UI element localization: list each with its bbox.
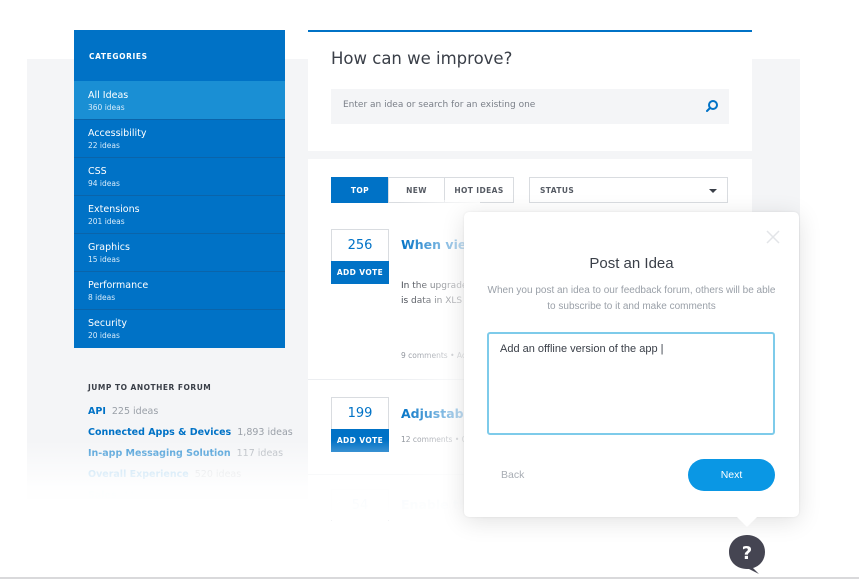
tab-hot-ideas[interactable]: HOT IDEAS — [444, 177, 514, 203]
forum-item: Sales 44 ideas — [88, 485, 288, 506]
close-icon[interactable] — [765, 229, 781, 245]
add-vote-button[interactable]: ADD VOTE — [331, 261, 389, 284]
chevron-down-icon — [709, 189, 717, 193]
forum-count: 520 ideas — [194, 469, 242, 480]
forum-link-api[interactable]: API — [88, 406, 106, 417]
top-accent-line — [308, 30, 752, 32]
vote-count: 54 — [331, 489, 389, 521]
category-name: Graphics — [88, 242, 130, 253]
sort-tabs: TOP NEW HOT IDEAS — [331, 177, 514, 203]
sidebar-item-graphics[interactable]: Graphics 15 ideas — [74, 233, 285, 271]
forum-count: 117 ideas — [236, 448, 284, 459]
search-icon[interactable] — [705, 99, 719, 113]
svg-text:?: ? — [742, 543, 752, 564]
forum-count: 44 ideas — [122, 490, 164, 501]
vote-box: 256 ADD VOTE — [331, 229, 389, 284]
idea-meta: 9 comments • Ac — [401, 351, 467, 360]
sidebar-item-accessibility[interactable]: Accessibility 22 ideas — [74, 119, 285, 157]
tab-new[interactable]: NEW — [388, 177, 445, 203]
category-name: Accessibility — [88, 128, 147, 139]
category-name: Performance — [88, 280, 149, 291]
section-divider — [308, 151, 752, 159]
add-vote-button[interactable]: ADD VOTE — [331, 429, 389, 452]
category-count: 94 ideas — [88, 179, 120, 188]
category-name: CSS — [88, 166, 107, 177]
forum-item: Connected Apps & Devices 1,893 ideas — [88, 422, 293, 443]
categories-header: CATEGORIES — [89, 52, 148, 61]
forum-item: API 225 ideas — [88, 401, 288, 422]
search-input[interactable]: Enter an idea or search for an existing … — [331, 89, 729, 124]
category-count: 15 ideas — [88, 255, 120, 264]
sidebar-item-css[interactable]: CSS 94 ideas — [74, 157, 285, 195]
sidebar-item-all-ideas[interactable]: All Ideas 360 ideas — [74, 81, 285, 119]
modal-description: When you post an idea to our feedback fo… — [487, 285, 776, 312]
search-placeholder: Enter an idea or search for an existing … — [343, 100, 536, 110]
forum-count: 1,893 ideas — [237, 427, 293, 438]
forum-list-title: JUMP TO ANOTHER FORUM — [88, 383, 212, 392]
forum-item: Overall Experience 520 ideas — [88, 464, 288, 485]
categories-sidebar: CATEGORIES All Ideas 360 ideas Accessibi… — [74, 30, 285, 348]
help-icon[interactable]: ? — [727, 533, 767, 575]
modal-title: Post an Idea — [589, 255, 674, 272]
next-button[interactable]: Next — [688, 459, 775, 491]
category-count: 201 ideas — [88, 217, 125, 226]
forum-link-sales[interactable]: Sales — [88, 490, 117, 501]
forum-link-overall-experience[interactable]: Overall Experience — [88, 469, 189, 480]
forum-item: In-app Messaging Solution 117 ideas — [88, 443, 288, 464]
category-name: All Ideas — [88, 90, 129, 101]
post-idea-modal: Post an Idea When you post an idea to ou… — [464, 212, 799, 527]
forum-link-connected-apps[interactable]: Connected Apps & Devices — [88, 427, 231, 438]
sidebar-item-extensions[interactable]: Extensions 201 ideas — [74, 195, 285, 233]
sidebar-item-performance[interactable]: Performance 8 ideas — [74, 271, 285, 309]
idea-meta: 12 comments • C — [401, 435, 467, 444]
category-name: Extensions — [88, 204, 140, 215]
category-count: 22 ideas — [88, 141, 120, 150]
page-title: How can we improve? — [331, 49, 513, 68]
jump-to-forum-list: JUMP TO ANOTHER FORUM API 225 ideas Conn… — [88, 383, 293, 506]
tab-top[interactable]: TOP — [331, 177, 389, 203]
sidebar-item-security[interactable]: Security 20 ideas — [74, 309, 285, 347]
category-count: 20 ideas — [88, 331, 120, 340]
back-button[interactable]: Back — [501, 469, 524, 481]
vote-count: 256 — [331, 229, 389, 261]
vote-box: 199 ADD VOTE — [331, 397, 389, 452]
feedback-forum-page: CATEGORIES All Ideas 360 ideas Accessibi… — [0, 0, 859, 579]
vote-box: 54 — [331, 489, 389, 521]
status-dropdown[interactable]: STATUS — [529, 177, 728, 203]
forum-link-in-app-messaging[interactable]: In-app Messaging Solution — [88, 448, 231, 459]
status-label: STATUS — [540, 186, 575, 195]
vote-count: 199 — [331, 397, 389, 429]
forum-count: 225 ideas — [111, 406, 159, 417]
category-name: Security — [88, 318, 128, 329]
category-count: 8 ideas — [88, 293, 116, 302]
modal-pointer — [737, 517, 757, 527]
category-count: 360 ideas — [88, 103, 125, 112]
idea-textarea[interactable] — [487, 332, 775, 435]
